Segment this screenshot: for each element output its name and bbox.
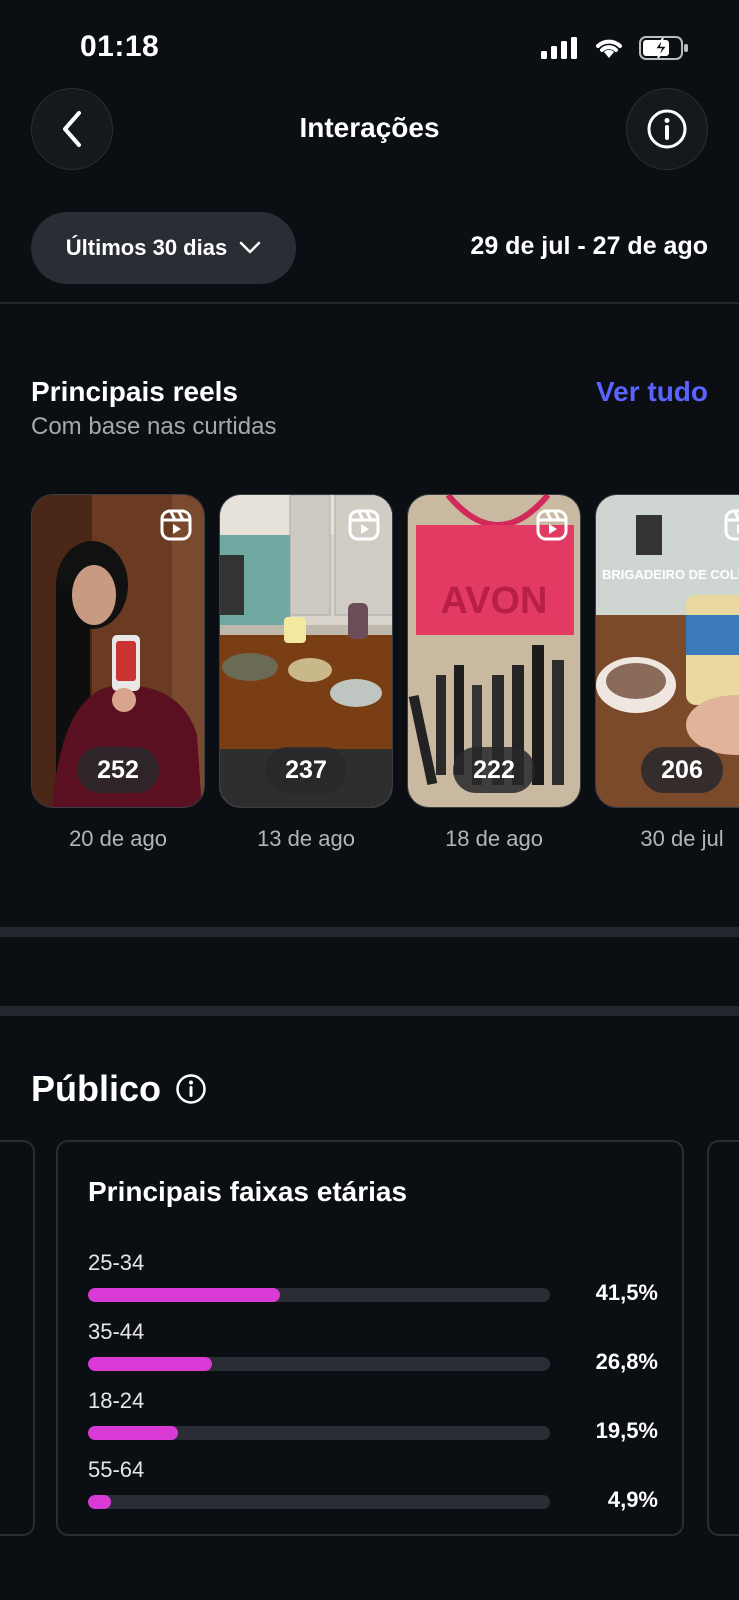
age-range-label: 55-64 [88,1457,145,1482]
reel-date: 13 de ago [257,826,355,851]
age-range-label: 25-34 [88,1250,145,1275]
date-range: 29 de jul - 27 de ago [470,232,708,260]
info-button[interactable] [626,88,708,170]
age-row: 25-34 41,5% [88,1250,658,1310]
reel-like-count: 252 [77,747,159,793]
reels-carousel[interactable]: 252 20 de ago 237 13 de ago AVON 222 18 … [31,494,739,854]
reels-icon [724,509,739,541]
reel-like-count: 222 [453,747,535,793]
age-bar-track [88,1288,550,1302]
age-range-label: 18-24 [88,1388,145,1413]
header-divider [0,302,739,304]
audience-title-text: Público [31,1068,162,1109]
reels-icon [348,509,380,541]
reel-thumbnail[interactable]: AVON 222 [407,494,581,808]
reel-like-count: 237 [265,747,347,793]
reel-card[interactable]: 252 20 de ago [31,494,205,852]
age-bar-track [88,1357,550,1371]
age-bar-track [88,1426,550,1440]
status-time: 01:18 [80,30,160,63]
chevron-down-icon [239,241,261,254]
reel-like-count: 206 [641,747,723,793]
audience-card-previous[interactable] [0,1140,35,1536]
period-dropdown[interactable]: Últimos 30 dias [31,212,296,284]
age-ranges-card: Principais faixas etárias 25-34 41,5% 35… [56,1140,684,1536]
age-percentage: 41,5% [595,1280,658,1305]
reel-date: 18 de ago [445,826,543,851]
age-row: 35-44 26,8% [88,1319,658,1379]
reels-section-title: Principais reels [31,376,239,407]
section-divider [0,1006,739,1016]
age-bar-fill [88,1288,280,1302]
filter-row: Últimos 30 dias 29 de jul - 27 de ago [0,212,739,284]
reel-overlay-text: BRIGADEIRO DE COLH [602,567,739,582]
section-divider [0,927,739,937]
age-bar-track [88,1495,550,1509]
header: Interações [0,88,739,178]
age-bar-fill [88,1357,212,1371]
reel-thumbnail[interactable]: 252 [31,494,205,808]
age-bar-fill [88,1495,111,1509]
battery-charging-icon [639,36,688,60]
reel-card[interactable]: BRIGADEIRO DE COLH 206 30 de jul [595,494,739,852]
age-row: 18-24 19,5% [88,1388,658,1448]
age-bar-fill [88,1426,179,1440]
age-range-label: 35-44 [88,1319,145,1344]
age-percentage: 26,8% [595,1349,658,1374]
reels-icon [536,509,568,541]
reel-card[interactable]: AVON 222 18 de ago [407,494,581,852]
reel-thumbnail[interactable]: BRIGADEIRO DE COLH 206 [595,494,739,808]
reel-date: 20 de ago [69,826,167,851]
audience-section-title: Público [31,1068,207,1110]
reels-icon [160,509,192,541]
bag-logo-text: AVON [441,580,548,622]
reels-section-subtitle: Com base nas curtidas [31,413,277,440]
reel-card[interactable]: 237 13 de ago [219,494,393,852]
audience-card-next[interactable] [707,1140,739,1536]
see-all-link[interactable]: Ver tudo [596,376,708,408]
age-percentage: 4,9% [607,1487,658,1512]
info-icon[interactable] [175,1073,207,1105]
age-card-title: Principais faixas etárias [88,1176,408,1207]
signal-icon [541,37,577,59]
status-icons [541,36,689,60]
status-bar: 01:18 [0,0,739,90]
age-percentage: 19,5% [595,1418,658,1443]
period-label: Últimos 30 dias [65,235,228,260]
info-icon [647,109,687,149]
age-row: 55-64 4,9% [88,1457,658,1517]
reel-date: 30 de jul [640,826,724,851]
wifi-icon [596,39,622,58]
reel-thumbnail[interactable]: 237 [219,494,393,808]
